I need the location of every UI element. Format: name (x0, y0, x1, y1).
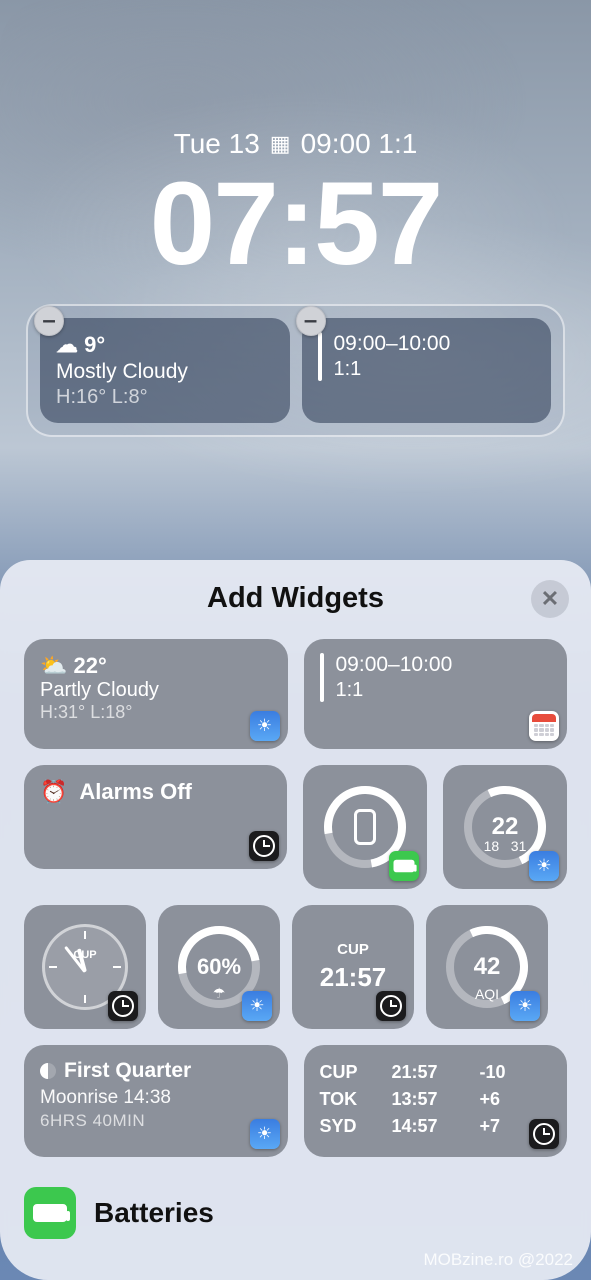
moon-phase: First Quarter (64, 1059, 191, 1083)
temp-ring-high: 31 (511, 838, 527, 854)
weather-app-icon: ☀ (242, 991, 272, 1021)
lock-weather-temp: 9° (84, 332, 105, 357)
widget-calendar-medium[interactable]: 09:00–10:00 1:1 (304, 639, 568, 749)
aqi-value: 42 (474, 953, 501, 981)
sheet-title: Add Widgets (24, 582, 567, 615)
temp-ring-low: 18 (484, 838, 500, 854)
lock-event-time: 09:00–10:00 (334, 332, 451, 356)
remove-widget-button[interactable]: – (296, 306, 326, 336)
calendar-app-icon (529, 711, 559, 741)
lock-event-title: 1:1 (334, 358, 451, 381)
city-label: CUP (320, 941, 387, 958)
close-button[interactable]: ✕ (531, 580, 569, 618)
partly-cloudy-icon: ⛅ (40, 653, 67, 678)
add-widgets-sheet: Add Widgets ✕ ⛅ 22° Partly Cloudy H:31° … (0, 560, 591, 1280)
lockscreen-area: Tue 13 ▦ 09:00 1:1 07:57 – ☁ 9° Mostly C… (0, 0, 591, 437)
world-row: CUP21:57-10 (320, 1059, 552, 1086)
weather-app-icon: ☀ (510, 991, 540, 1021)
world-row: SYD14:57+7 (320, 1113, 552, 1140)
widget-weather-medium[interactable]: ⛅ 22° Partly Cloudy H:31° L:18° ☀ (24, 639, 288, 749)
phone-icon (354, 809, 376, 845)
batteries-app-icon (389, 851, 419, 881)
widget-moon-phase[interactable]: First Quarter Moonrise 14:38 6HRS 40MIN … (24, 1045, 288, 1157)
temp-ring-value: 22 (492, 813, 519, 841)
w2-time: 09:00–10:00 (336, 653, 453, 677)
widget-analog-clock[interactable]: CUP (24, 905, 146, 1029)
widget-battery-ring[interactable] (303, 765, 427, 889)
clock-app-icon (108, 991, 138, 1021)
widget-temp-ring[interactable]: 22 18 31 ☀ (443, 765, 567, 889)
remove-widget-button[interactable]: – (34, 306, 64, 336)
w1-temp: 22° (74, 653, 107, 678)
w2-title: 1:1 (336, 679, 453, 702)
widget-precip-ring[interactable]: 60% ☂ ☀ (158, 905, 280, 1029)
battery-icon (24, 1187, 76, 1239)
moon-icon (40, 1063, 56, 1079)
w1-cond: Partly Cloudy (40, 679, 272, 702)
lockscreen-widget-row: – ☁ 9° Mostly Cloudy H:16° L:8° – 09:00–… (26, 304, 565, 437)
clock-city: CUP (45, 949, 125, 961)
clock-app-icon (249, 831, 279, 861)
lockscreen-weather-widget[interactable]: – ☁ 9° Mostly Cloudy H:16° L:8° (40, 318, 290, 423)
weather-app-icon: ☀ (250, 711, 280, 741)
watermark: MOBzine.ro @2022 (423, 1250, 573, 1270)
clock-app-icon (529, 1119, 559, 1149)
calendar-icon: ▦ (270, 131, 291, 157)
w1-hl: H:31° L:18° (40, 702, 272, 723)
moon-rise: Moonrise 14:38 (40, 1087, 272, 1109)
lockscreen-time[interactable]: 07:57 (0, 156, 591, 292)
moon-duration: 6HRS 40MIN (40, 1111, 272, 1131)
widget-city-time[interactable]: CUP 21:57 (292, 905, 414, 1029)
lock-weather-hl: H:16° L:8° (56, 386, 274, 409)
category-label: Batteries (94, 1197, 214, 1229)
event-stripe (320, 653, 324, 702)
event-stripe (318, 332, 322, 381)
world-row: TOK13:57+6 (320, 1086, 552, 1113)
precip-value: 60% (197, 954, 241, 980)
category-batteries[interactable]: Batteries (24, 1187, 567, 1239)
cloud-icon: ☁ (56, 332, 78, 357)
lock-weather-cond: Mostly Cloudy (56, 360, 274, 384)
clock-app-icon (376, 991, 406, 1021)
city-time-value: 21:57 (320, 962, 387, 993)
widget-world-clock[interactable]: CUP21:57-10 TOK13:57+6 SYD14:57+7 (304, 1045, 568, 1157)
alarm-clock-icon: ⏰ (40, 779, 67, 805)
weather-app-icon: ☀ (250, 1119, 280, 1149)
weather-app-icon: ☀ (529, 851, 559, 881)
widget-alarms[interactable]: ⏰ Alarms Off (24, 765, 287, 869)
widget-aqi-ring[interactable]: 42 AQI ☀ (426, 905, 548, 1029)
alarms-label: Alarms Off (79, 779, 191, 805)
lockscreen-calendar-widget[interactable]: – 09:00–10:00 1:1 (302, 318, 552, 423)
